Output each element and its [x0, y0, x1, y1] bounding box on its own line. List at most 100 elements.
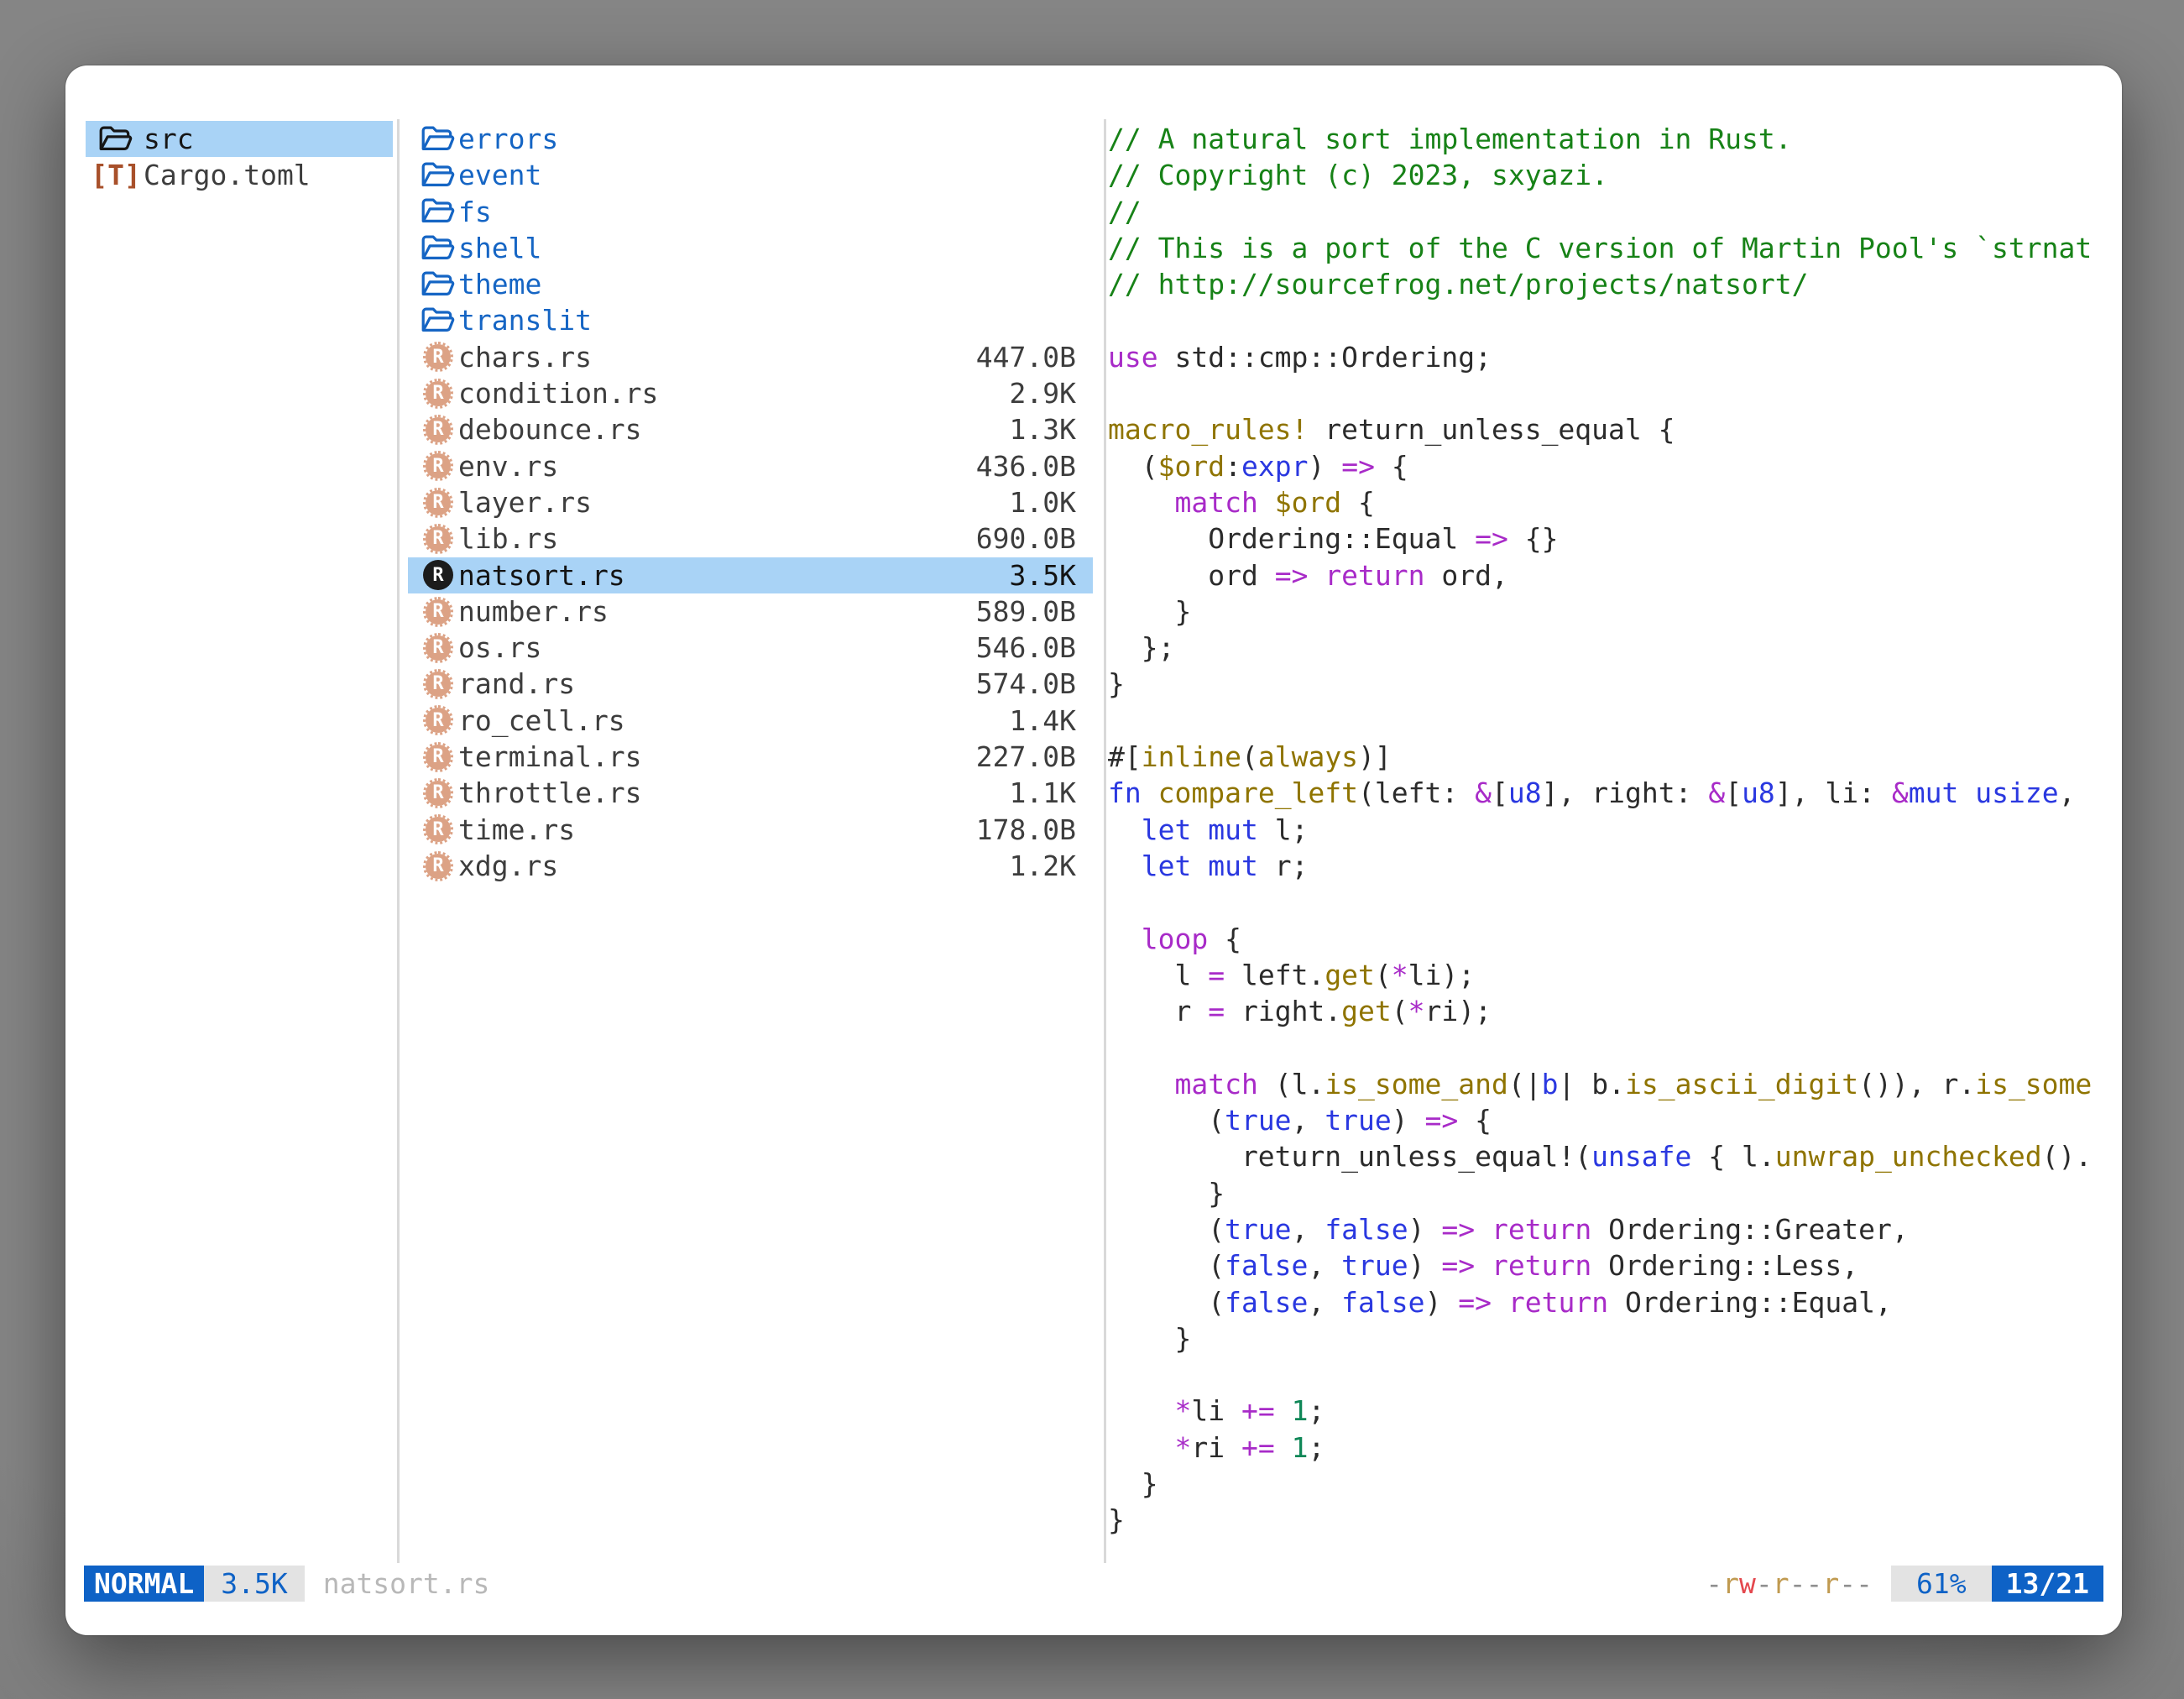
code-line: } [1108, 666, 2105, 702]
code-line: }; [1108, 630, 2105, 666]
file-size: 589.0B [976, 593, 1076, 630]
code-line: Ordering::Equal => {} [1108, 520, 2105, 557]
file-name: layer.rs [458, 484, 592, 520]
yazi-window: src[T]Cargo.toml errorseventfsshelltheme… [65, 65, 2122, 1635]
code-line: *li += 1; [1108, 1393, 2105, 1429]
code-line: // This is a port of the C version of Ma… [1108, 230, 2105, 266]
code-line: // http://sourcefrog.net/projects/natsor… [1108, 266, 2105, 302]
list-item[interactable]: Rrand.rs574.0B [408, 666, 1093, 702]
rust-icon: R [419, 557, 457, 593]
parent-pane: src[T]Cargo.toml [86, 121, 393, 194]
rust-icon: R [419, 375, 457, 411]
file-size: 1.3K [1010, 411, 1076, 447]
rust-icon: R [419, 775, 457, 811]
code-line: // A natural sort implementation in Rust… [1108, 121, 2105, 157]
file-name: throttle.rs [458, 775, 642, 811]
list-item[interactable]: Rchars.rs447.0B [408, 339, 1093, 375]
code-line [1108, 302, 2105, 338]
list-item[interactable]: Rlayer.rs 1.0K [408, 484, 1093, 520]
preview-pane[interactable]: // A natural sort implementation in Rust… [1108, 121, 2105, 1539]
file-size: 178.0B [976, 812, 1076, 848]
file-permissions: -rw-r--r-- [1706, 1566, 1873, 1602]
list-item[interactable]: src [86, 121, 393, 157]
code-line: macro_rules! return_unless_equal { [1108, 411, 2105, 447]
rust-icon: R [419, 593, 457, 630]
rust-icon: R [419, 812, 457, 848]
code-line: } [1108, 1466, 2105, 1502]
file-name: debounce.rs [458, 411, 642, 447]
file-name: theme [458, 266, 541, 302]
list-item[interactable]: Rcondition.rs2.9K [408, 375, 1093, 411]
folder-open-icon [419, 121, 457, 157]
code-line [1108, 703, 2105, 739]
rust-icon: R [419, 412, 457, 448]
list-item[interactable]: Ros.rs546.0B [408, 630, 1093, 666]
rust-icon: R [419, 848, 457, 884]
list-item[interactable]: Rthrottle.rs1.1K [408, 775, 1093, 811]
code-line: } [1108, 1175, 2105, 1211]
file-size: 1.4K [1010, 703, 1076, 739]
code-line: l = left.get(*li); [1108, 957, 2105, 993]
file-name: shell [458, 230, 541, 266]
list-item[interactable]: Rlib.rs690.0B [408, 520, 1093, 557]
list-item[interactable]: Rro_cell.rs 1.4K [408, 703, 1093, 739]
code-line: loop { [1108, 921, 2105, 957]
file-name: ro_cell.rs [458, 703, 625, 739]
list-item[interactable]: Renv.rs436.0B [408, 448, 1093, 484]
code-line: use std::cmp::Ordering; [1108, 339, 2105, 375]
list-item[interactable]: Rnatsort.rs3.5K [408, 557, 1093, 593]
file-size: 1.0K [1010, 484, 1076, 520]
list-item[interactable]: [T]Cargo.toml [86, 157, 393, 193]
code-line: // Copyright (c) 2023, sxyazi. [1108, 157, 2105, 193]
code-line: // [1108, 194, 2105, 230]
code-line: ord => return ord, [1108, 557, 2105, 593]
file-name: chars.rs [458, 339, 592, 375]
folder-open-icon [419, 157, 457, 193]
list-item[interactable]: errors [408, 121, 1093, 157]
rust-icon: R [419, 703, 457, 739]
file-name: condition.rs [458, 375, 658, 411]
file-size: 3.5K [1010, 557, 1076, 593]
code-line: *ri += 1; [1108, 1430, 2105, 1466]
rust-icon: R [419, 520, 457, 557]
list-item[interactable]: Rdebounce.rs 1.3K [408, 411, 1093, 447]
folder-open-icon [419, 266, 457, 302]
folder-open-icon [419, 194, 457, 230]
list-item[interactable]: fs [408, 194, 1093, 230]
code-line: ($ord:expr) => { [1108, 448, 2105, 484]
code-line: } [1108, 1320, 2105, 1357]
list-item[interactable]: Rnumber.rs589.0B [408, 593, 1093, 630]
file-name: time.rs [458, 812, 575, 848]
rust-icon: R [419, 484, 457, 520]
folder-open-icon [419, 303, 457, 339]
cursor-position-indicator: 13/21 [1992, 1566, 2103, 1602]
file-name: os.rs [458, 630, 541, 666]
code-line: let mut l; [1108, 812, 2105, 848]
code-line [1108, 884, 2105, 920]
list-item[interactable]: shell [408, 230, 1093, 266]
code-line: (true, true) => { [1108, 1102, 2105, 1138]
list-item[interactable]: translit [408, 302, 1093, 338]
code-line: r = right.get(*ri); [1108, 993, 2105, 1029]
file-name: errors [458, 121, 558, 157]
list-item[interactable]: Rxdg.rs1.2K [408, 848, 1093, 884]
folder-open-icon [419, 230, 457, 266]
list-item[interactable]: theme [408, 266, 1093, 302]
list-item[interactable]: Rterminal.rs227.0B [408, 739, 1093, 775]
status-spacer [489, 1566, 1706, 1602]
code-line: (false, true) => return Ordering::Less, [1108, 1247, 2105, 1283]
status-bar: NORMAL 3.5K natsort.rs -rw-r--r-- 61% 13… [84, 1566, 2103, 1602]
list-item[interactable]: event [408, 157, 1093, 193]
pane-divider-left [397, 119, 400, 1563]
file-size: 546.0B [976, 630, 1076, 666]
rust-icon: R [419, 339, 457, 375]
file-size-indicator: 3.5K [204, 1566, 304, 1602]
file-name: event [458, 157, 541, 193]
list-item[interactable]: Rtime.rs 178.0B [408, 812, 1093, 848]
scroll-percent-indicator: 61% [1891, 1566, 1992, 1602]
code-line: } [1108, 1502, 2105, 1538]
file-size: 690.0B [976, 520, 1076, 557]
code-line: fn compare_left(left: &[u8], right: &[u8… [1108, 775, 2105, 811]
toml-icon: [T] [97, 157, 135, 193]
rust-icon: R [419, 739, 457, 775]
